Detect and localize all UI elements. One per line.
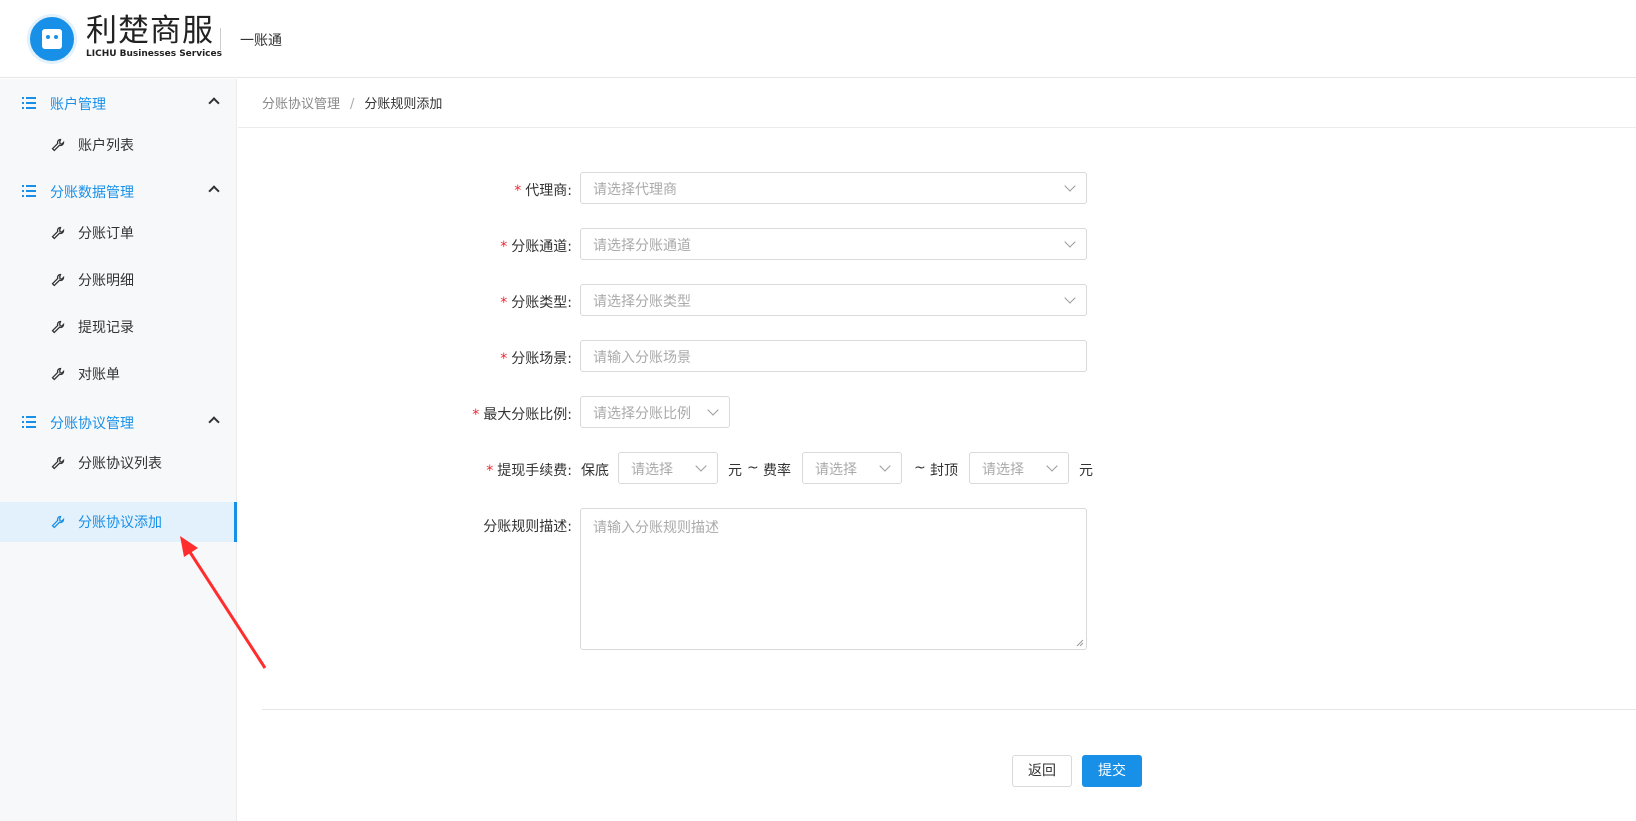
sidebar-item-agreement-add[interactable]: 分账协议添加 [0, 502, 237, 542]
fee-rate-label: 费率 [763, 463, 791, 479]
desc-label: 分账规则描述: [483, 519, 572, 535]
sidebar-item-label: 提现记录 [78, 320, 134, 336]
fee-min-select[interactable]: 请选择 [618, 452, 718, 484]
breadcrumb-divider [238, 127, 1636, 128]
max-ratio-select[interactable]: 请选择分账比例 [580, 396, 730, 428]
fee-cap-placeholder: 请选择 [982, 462, 1024, 478]
chevron-up-icon[interactable] [208, 97, 220, 109]
sidebar-item-split-details[interactable]: 分账明细 [0, 260, 237, 300]
max-ratio-label: * 最大分账比例: [472, 407, 572, 423]
logo-subtext: LICHU Businesses Services [86, 49, 222, 59]
fee-cap-unit: 元 [1079, 463, 1093, 479]
sidebar-group-split-data[interactable]: 分账数据管理 [0, 169, 237, 213]
wrench-icon [51, 367, 65, 381]
wrench-icon [51, 138, 65, 152]
breadcrumb-separator: / [350, 97, 355, 112]
logo-text: 利楚商服 [86, 13, 214, 49]
sidebar-group-label: 分账协议管理 [50, 416, 134, 432]
wrench-icon [51, 320, 65, 334]
channel-select-placeholder: 请选择分账通道 [593, 238, 691, 254]
list-icon [22, 97, 36, 109]
fee-cap-label: 封顶 [930, 463, 958, 479]
desc-textarea-placeholder: 请输入分账规则描述 [593, 520, 719, 536]
wrench-icon [51, 456, 65, 470]
fee-min-label: 保底 [581, 463, 609, 479]
chevron-down-icon [1064, 180, 1076, 192]
sidebar-item-statements[interactable]: 对账单 [0, 354, 237, 394]
fee-cap-select[interactable]: 请选择 [969, 452, 1069, 484]
sidebar-item-account-list[interactable]: 账户列表 [0, 125, 237, 165]
sidebar-item-label: 分账协议添加 [78, 515, 162, 531]
chevron-down-icon [707, 404, 719, 416]
chevron-down-icon [879, 460, 891, 472]
fee-rate-select[interactable]: 请选择 [802, 452, 902, 484]
scene-label: * 分账场景: [500, 351, 572, 367]
sidebar-item-split-orders[interactable]: 分账订单 [0, 213, 237, 253]
scene-input[interactable]: 请输入分账场景 [580, 340, 1087, 372]
breadcrumb: 分账协议管理 / 分账规则添加 [262, 93, 442, 112]
annotation-arrow-icon [180, 536, 267, 669]
sidebar-item-label: 分账订单 [78, 226, 134, 242]
sidebar-item-withdraw-records[interactable]: 提现记录 [0, 307, 237, 347]
type-select-placeholder: 请选择分账类型 [593, 294, 691, 310]
app-subtitle: 一账通 [240, 33, 282, 49]
chevron-up-icon[interactable] [208, 416, 220, 428]
list-icon [22, 185, 36, 197]
sidebar-item-label: 分账明细 [78, 273, 134, 289]
agent-label: * 代理商: [514, 183, 572, 199]
type-label: * 分账类型: [500, 295, 572, 311]
sidebar-item-label: 对账单 [78, 367, 120, 383]
scene-input-placeholder: 请输入分账场景 [593, 350, 691, 366]
fee-min-unit: 元 [728, 463, 742, 479]
back-button[interactable]: 返回 [1012, 755, 1072, 787]
sidebar-group-label: 分账数据管理 [50, 185, 134, 201]
list-icon [22, 416, 36, 428]
sidebar: 账户管理 账户列表 分账数据管理 分账订单 分账明细 提现记录 对账单 分账协议… [0, 79, 237, 821]
agent-select[interactable]: 请选择代理商 [580, 172, 1087, 204]
breadcrumb-current: 分账规则添加 [364, 97, 443, 112]
header-divider [220, 28, 221, 50]
agent-select-placeholder: 请选择代理商 [593, 182, 677, 198]
top-header: 利楚商服 LICHU Businesses Services 一账通 [0, 0, 1636, 78]
form-footer-divider [262, 709, 1636, 710]
fee-min-placeholder: 请选择 [631, 462, 673, 478]
submit-button[interactable]: 提交 [1082, 755, 1142, 787]
sidebar-item-label: 分账协议列表 [78, 456, 162, 472]
wrench-icon [51, 515, 65, 529]
sidebar-group-label: 账户管理 [50, 97, 106, 113]
sidebar-item-agreement-list[interactable]: 分账协议列表 [0, 443, 237, 483]
max-ratio-select-placeholder: 请选择分账比例 [593, 406, 691, 422]
sidebar-group-split-agreement[interactable]: 分账协议管理 [0, 400, 237, 444]
chevron-down-icon [695, 460, 707, 472]
fee-rate-placeholder: 请选择 [815, 462, 857, 478]
wrench-icon [51, 273, 65, 287]
chevron-down-icon [1064, 236, 1076, 248]
chevron-down-icon [1046, 460, 1058, 472]
fee-tilde: ~ [914, 460, 926, 476]
logo-icon [27, 14, 77, 64]
chevron-down-icon [1064, 292, 1076, 304]
fee-tilde: ~ [747, 460, 759, 476]
chevron-up-icon[interactable] [208, 185, 220, 197]
channel-select[interactable]: 请选择分账通道 [580, 228, 1087, 260]
desc-textarea[interactable]: 请输入分账规则描述 [580, 508, 1087, 650]
sidebar-item-label: 账户列表 [78, 138, 134, 154]
fee-label: * 提现手续费: [486, 463, 572, 479]
channel-label: * 分账通道: [500, 239, 572, 255]
wrench-icon [51, 226, 65, 240]
type-select[interactable]: 请选择分账类型 [580, 284, 1087, 316]
sidebar-group-account[interactable]: 账户管理 [0, 81, 237, 125]
resize-grip-icon[interactable] [1076, 639, 1084, 647]
breadcrumb-parent[interactable]: 分账协议管理 [262, 97, 340, 112]
